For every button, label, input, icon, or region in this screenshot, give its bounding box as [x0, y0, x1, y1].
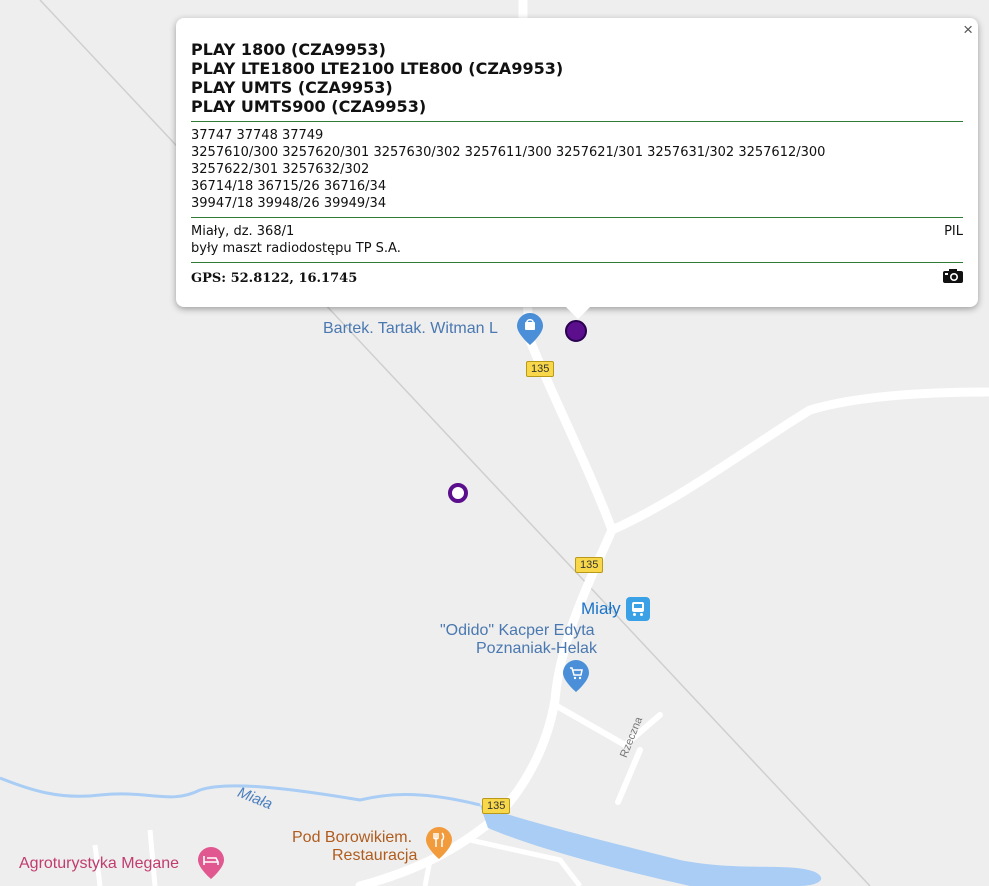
cell-id-line-2: 3257610/300 3257620/301 3257630/302 3257… [191, 145, 826, 160]
lodging-icon[interactable] [198, 847, 224, 884]
poi-label-odido-2[interactable]: Poznaniak-Helak [476, 640, 597, 658]
bus-stop-icon[interactable] [626, 597, 650, 626]
lake [480, 805, 822, 886]
road-shield-135: 135 [526, 361, 555, 377]
gps-coordinates: GPS: 52.8122, 16.1745 [191, 271, 358, 286]
road-shield-135: 135 [575, 557, 604, 573]
bts-marker[interactable] [448, 483, 468, 503]
road-east [610, 387, 989, 535]
road-shield-135: 135 [482, 798, 511, 814]
divider [191, 217, 963, 218]
shopping-cart-icon[interactable] [563, 660, 589, 697]
operator-line-3: PLAY UMTS (CZA9953) [191, 78, 393, 97]
region-code: PIL [944, 224, 963, 239]
cell-id-line-4: 36714/18 36715/26 36716/34 [191, 179, 387, 194]
cell-id-line-1: 37747 37748 37749 [191, 128, 324, 143]
poi-label-restaurant-1[interactable]: Pod Borowikiem. [292, 829, 412, 847]
restaurant-icon[interactable] [426, 827, 452, 864]
operator-line-1: PLAY 1800 (CZA9953) [191, 40, 386, 59]
cell-id-line-3: 3257622/301 3257632/302 [191, 162, 370, 177]
poi-label-odido-1[interactable]: "Odido" Kacper Edyta [440, 622, 595, 640]
operator-line-2: PLAY LTE1800 LTE2100 LTE800 (CZA9953) [191, 59, 564, 78]
place-label-mialy[interactable]: Miały [581, 599, 621, 619]
camera-icon[interactable] [943, 269, 963, 288]
divider [191, 262, 963, 263]
divider [191, 121, 963, 122]
poi-label-agro[interactable]: Agroturystyka Megane [19, 855, 179, 873]
note-text: były maszt radiodostępu TP S.A. [191, 241, 401, 256]
shopping-bag-icon[interactable] [517, 313, 543, 350]
operator-line-4: PLAY UMTS900 (CZA9953) [191, 97, 427, 116]
bts-marker-selected[interactable] [565, 320, 587, 342]
popup-pointer [566, 307, 590, 319]
bts-info-popup: × PLAY 1800 (CZA9953) PLAY LTE1800 LTE21… [176, 18, 978, 319]
poi-label-restaurant-2[interactable]: Restauracja [332, 847, 417, 865]
close-button[interactable]: × [963, 20, 973, 40]
poi-label-tartak[interactable]: Bartek. Tartak. Witman L [323, 320, 498, 338]
location-text: Miały, dz. 368/1 [191, 224, 295, 239]
cell-id-line-5: 39947/18 39948/26 39949/34 [191, 196, 387, 211]
